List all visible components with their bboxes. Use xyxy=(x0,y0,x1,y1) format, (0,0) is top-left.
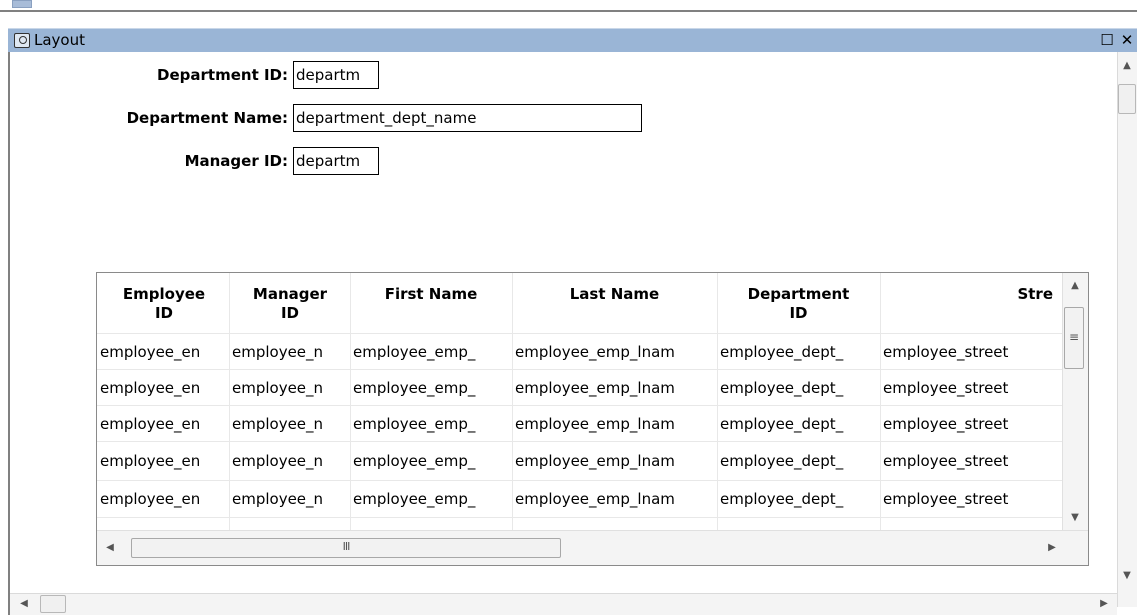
layout-window-icon xyxy=(14,33,30,48)
column-header-employee-id[interactable]: Employee ID xyxy=(100,285,228,323)
window-scroll-right-icon[interactable]: ▶ xyxy=(1096,598,1112,609)
grid-scroll-left-icon[interactable]: ◀ xyxy=(100,542,120,553)
table-cell[interactable]: employee_emp_ xyxy=(351,444,512,478)
row-divider xyxy=(97,517,1062,518)
window-scroll-down-icon[interactable]: ▼ xyxy=(1118,570,1136,581)
department-id-label: Department ID: xyxy=(157,66,288,84)
column-header-line: Employee xyxy=(122,285,206,303)
column-header-last-name[interactable]: Last Name xyxy=(513,285,716,304)
table-cell[interactable]: employee_n xyxy=(230,407,350,441)
table-cell[interactable]: employee_emp_lnam xyxy=(513,371,717,405)
table-cell[interactable]: employee_en xyxy=(98,371,229,405)
table-cell[interactable]: employee_emp_lnam xyxy=(513,444,717,478)
close-icon[interactable]: ✕ xyxy=(1118,31,1136,49)
grid-thumb-grip-icon: ≡ xyxy=(1068,330,1080,344)
table-cell[interactable]: employee_emp_ xyxy=(351,335,512,369)
grid-scroll-down-icon[interactable]: ▼ xyxy=(1066,512,1084,523)
column-header-line: First Name xyxy=(384,285,478,303)
column-header-line: ID xyxy=(154,304,174,322)
table-cell[interactable]: employee_emp_lnam xyxy=(513,482,717,516)
column-header-manager-id[interactable]: Manager ID xyxy=(231,285,349,323)
column-header-street[interactable]: Stre xyxy=(881,285,1053,304)
table-cell[interactable]: employee_dept_ xyxy=(718,444,880,478)
grid-scroll-right-icon[interactable]: ▶ xyxy=(1042,542,1062,553)
table-cell[interactable]: employee_dept_ xyxy=(718,482,880,516)
table-cell[interactable]: employee_n xyxy=(230,335,350,369)
row-divider xyxy=(97,333,1062,334)
window-scroll-up-icon[interactable]: ▲ xyxy=(1118,60,1136,71)
row-divider xyxy=(97,405,1062,406)
table-cell[interactable]: employee_n xyxy=(230,482,350,516)
column-header-line: Stre xyxy=(1017,285,1053,303)
manager-id-label: Manager ID: xyxy=(184,152,288,170)
table-cell[interactable]: employee_street xyxy=(881,371,1061,405)
row-divider xyxy=(97,441,1062,442)
table-cell[interactable]: employee_en xyxy=(98,335,229,369)
column-header-line: Manager xyxy=(252,285,328,303)
row-divider xyxy=(97,480,1062,481)
table-cell[interactable]: employee_street xyxy=(881,407,1061,441)
column-header-department-id[interactable]: Department ID xyxy=(718,285,879,323)
table-cell[interactable]: employee_emp_lnam xyxy=(513,407,717,441)
table-cell[interactable]: employee_dept_ xyxy=(718,407,880,441)
column-header-line: Last Name xyxy=(569,285,660,303)
department-id-field[interactable]: departm xyxy=(293,61,379,89)
window-horizontal-scroll-thumb[interactable] xyxy=(40,595,66,613)
window-title: Layout xyxy=(34,31,85,49)
table-cell[interactable]: employee_n xyxy=(230,444,350,478)
table-cell[interactable]: employee_emp_lnam xyxy=(513,335,717,369)
table-cell[interactable]: employee_street xyxy=(881,482,1061,516)
grid-scroll-up-icon[interactable]: ▲ xyxy=(1066,280,1084,291)
column-header-first-name[interactable]: First Name xyxy=(351,285,511,304)
top-tab[interactable] xyxy=(12,0,32,8)
table-cell[interactable]: employee_en xyxy=(98,407,229,441)
window-scroll-left-icon[interactable]: ◀ xyxy=(16,598,32,609)
table-cell[interactable]: employee_street xyxy=(881,444,1061,478)
window-horizontal-scrollbar[interactable] xyxy=(10,593,1117,615)
table-cell[interactable]: employee_emp_ xyxy=(351,407,512,441)
column-header-line: ID xyxy=(789,304,808,322)
table-cell[interactable]: employee_n xyxy=(230,371,350,405)
manager-id-field[interactable]: departm xyxy=(293,147,379,175)
table-cell[interactable]: employee_dept_ xyxy=(718,335,880,369)
title-bar[interactable] xyxy=(8,28,1137,52)
table-cell[interactable]: employee_emp_ xyxy=(351,371,512,405)
maximize-icon[interactable]: ☐ xyxy=(1098,31,1116,49)
grid-hthumb-grip-icon: III xyxy=(342,540,351,553)
table-cell[interactable]: employee_en xyxy=(98,482,229,516)
table-cell[interactable]: employee_street xyxy=(881,335,1061,369)
department-name-field[interactable]: department_dept_name xyxy=(293,104,642,132)
window-left-border xyxy=(8,52,10,615)
column-header-line: ID xyxy=(280,304,300,322)
table-cell[interactable]: employee_dept_ xyxy=(718,371,880,405)
window-vertical-scroll-thumb[interactable] xyxy=(1118,84,1136,114)
top-strip xyxy=(0,0,1137,12)
row-divider xyxy=(97,369,1062,370)
table-cell[interactable]: employee_emp_ xyxy=(351,482,512,516)
table-cell[interactable]: employee_en xyxy=(98,444,229,478)
window-vertical-scrollbar[interactable] xyxy=(1117,52,1137,607)
department-name-label: Department Name: xyxy=(126,109,288,127)
column-header-line: Department xyxy=(747,285,850,303)
